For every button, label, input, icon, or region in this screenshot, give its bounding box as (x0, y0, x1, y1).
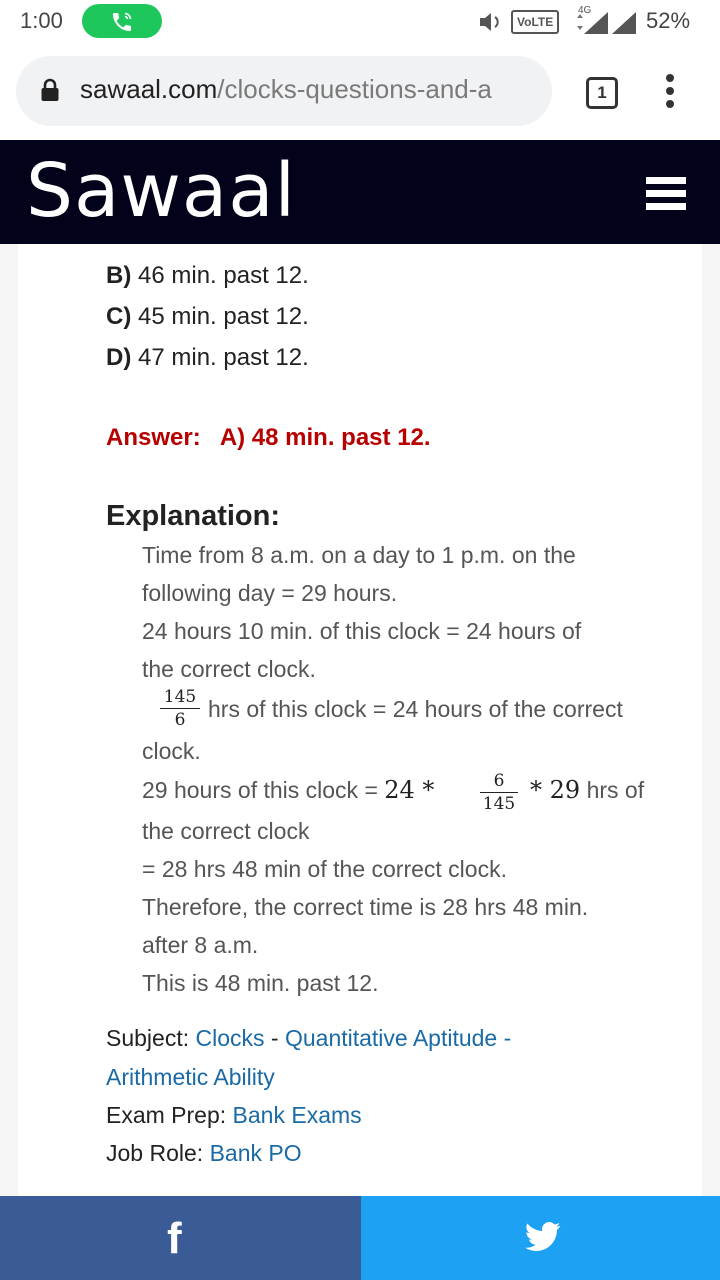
answer-label: Answer: (106, 424, 201, 451)
explanation-line: the correct clock. (142, 656, 316, 682)
subject-row: Subject: Clocks - Quantitative Aptitude … (106, 1025, 511, 1052)
math-expression: * 29 (530, 776, 581, 804)
explanation-line: * 29 hrs of (530, 776, 644, 804)
option-letter: D) (106, 344, 132, 371)
explanation-line: after 8 a.m. (142, 932, 259, 958)
fraction-denominator: 6 (174, 710, 186, 730)
twitter-share-button[interactable] (361, 1196, 720, 1280)
explanation-line: clock. (142, 738, 201, 764)
subject-label: Subject: (106, 1025, 190, 1051)
explanation-line: This is 48 min. past 12. (142, 970, 379, 996)
option-letter: C) (106, 303, 132, 330)
explanation-line: following day = 29 hours. (142, 580, 398, 606)
option-letter: B) (106, 262, 132, 289)
overflow-menu-icon[interactable] (660, 74, 680, 114)
battery-percent: 52% (646, 8, 691, 33)
browser-toolbar: sawaal.com/clocks-questions-and-a 1 (0, 44, 720, 140)
explanation-line: 24 hours 10 min. of this clock = 24 hour… (142, 618, 582, 644)
signal-icon (577, 12, 608, 34)
expl-text: hrs of (586, 777, 645, 803)
fraction-145-over-6: 145 6 (160, 686, 200, 731)
site-header: Sawaal (0, 140, 720, 244)
subject-link-quantitative-aptitude[interactable]: Quantitative Aptitude - (285, 1025, 511, 1051)
answer-value: A) 48 min. past 12. (219, 424, 431, 451)
site-logo[interactable]: Sawaal (26, 148, 296, 234)
url-text: sawaal.com/clocks-questions-and-a (80, 74, 550, 105)
fraction-6-over-145: 6 145 (480, 770, 518, 815)
fraction-numerator: 6 (480, 770, 518, 793)
fraction-denominator: 145 (482, 794, 516, 814)
option-b: B) 46 min. past 12. (106, 262, 309, 290)
explanation-line: 29 hours of this clock = 24 * (142, 776, 434, 804)
twitter-icon (525, 1222, 561, 1251)
subject-link-arithmetic-ability[interactable]: Arithmetic Ability (106, 1064, 275, 1090)
ongoing-call-chip[interactable] (82, 4, 162, 38)
explanation-title: Explanation: (106, 500, 281, 532)
hamburger-menu-icon[interactable] (646, 177, 686, 216)
phone-icon (113, 12, 132, 31)
option-text: 46 min. past 12. (138, 262, 309, 289)
expl-text: 29 hours of this clock = (142, 777, 378, 803)
answer-line: Answer: A) 48 min. past 12. (106, 424, 431, 452)
facebook-share-button[interactable]: f (0, 1196, 361, 1280)
url-domain: sawaal.com (80, 74, 218, 104)
status-time: 1:00 (20, 8, 63, 33)
signal-strength-icon (612, 12, 636, 34)
explanation-line: hrs of this clock = 24 hours of the corr… (208, 696, 623, 722)
subject-link-clocks[interactable]: Clocks (196, 1025, 265, 1051)
exam-prep-row: Exam Prep: Bank Exams (106, 1102, 362, 1129)
share-bar: f (0, 1196, 720, 1280)
option-text: 47 min. past 12. (138, 344, 309, 371)
volume-icon (480, 13, 499, 31)
page-content: B) 46 min. past 12. C) 45 min. past 12. … (0, 244, 720, 1196)
subject-row-continued: Arithmetic Ability (106, 1064, 275, 1091)
tab-switcher-button[interactable]: 1 (586, 77, 618, 109)
job-role-link[interactable]: Bank PO (210, 1140, 302, 1166)
explanation-line: the correct clock (142, 818, 310, 844)
lock-icon (41, 78, 59, 101)
facebook-icon: f (167, 1214, 182, 1263)
address-bar[interactable]: sawaal.com/clocks-questions-and-a (16, 56, 552, 126)
exam-prep-label: Exam Prep: (106, 1102, 227, 1128)
option-d: D) 47 min. past 12. (106, 344, 309, 372)
volte-badge: VoLTE (511, 10, 560, 34)
math-expression: 24 * (384, 776, 435, 804)
exam-prep-link[interactable]: Bank Exams (233, 1102, 362, 1128)
url-path: /clocks-questions-and-a (217, 74, 492, 104)
explanation-line: = 28 hrs 48 min of the correct clock. (142, 856, 507, 882)
explanation-line: Therefore, the correct time is 28 hrs 48… (142, 894, 589, 920)
option-text: 45 min. past 12. (138, 303, 309, 330)
job-role-label: Job Role: (106, 1140, 204, 1166)
fraction-numerator: 145 (160, 686, 200, 709)
subject-separator: - (264, 1025, 285, 1051)
job-role-row: Job Role: Bank PO (106, 1140, 302, 1167)
status-bar: 1:00 VoLTE 4G 52% (0, 0, 720, 44)
option-c: C) 45 min. past 12. (106, 303, 309, 331)
explanation-line: Time from 8 a.m. on a day to 1 p.m. on t… (142, 542, 576, 568)
